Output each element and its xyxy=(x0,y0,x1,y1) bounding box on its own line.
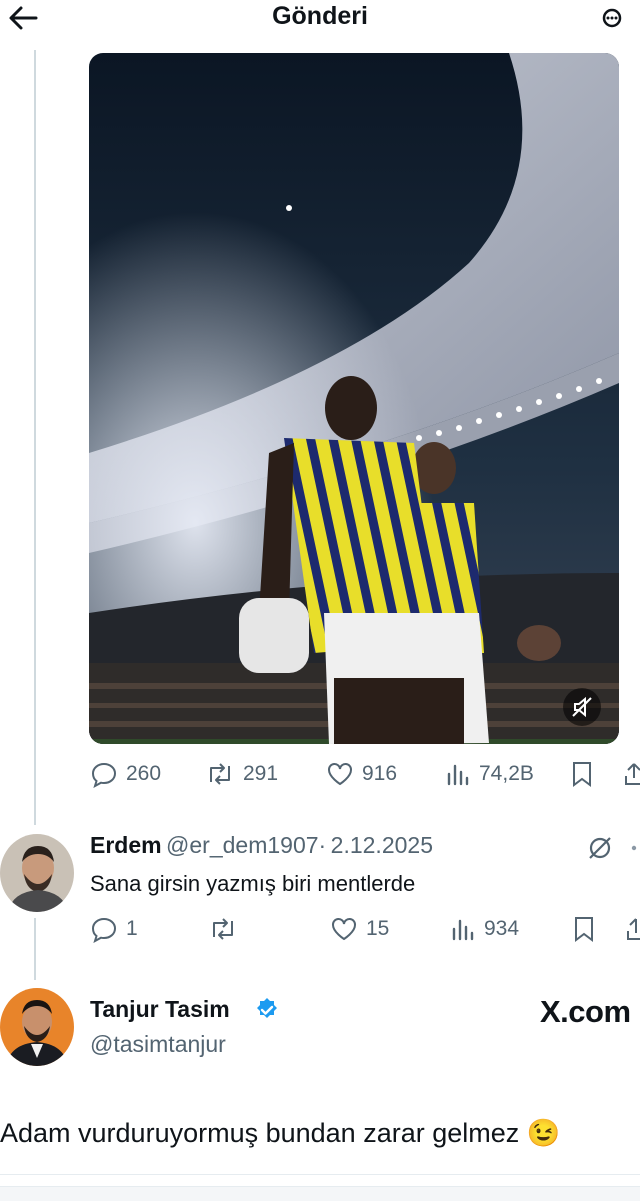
retweet-icon xyxy=(213,918,233,940)
retweet-icon xyxy=(210,763,230,785)
like-count: 916 xyxy=(362,762,398,785)
reply-views-action[interactable]: 934 xyxy=(450,915,519,943)
heart-icon xyxy=(332,918,356,941)
retweet-count: 291 xyxy=(243,762,279,785)
reply-date[interactable]: 2.12.2025 xyxy=(331,832,433,858)
verified-badge xyxy=(254,997,280,1028)
speaker-muted-icon xyxy=(572,696,592,718)
reply-text: Sana girsin yazmış biri mentlerde xyxy=(90,871,416,896)
reply-like-action[interactable]: 15 xyxy=(330,915,389,943)
page-title: Gönderi xyxy=(272,2,368,30)
comment-icon xyxy=(91,917,117,943)
verified-checkmark-icon xyxy=(257,998,277,1018)
reply-like-count: 15 xyxy=(366,917,390,940)
bookmark-button[interactable] xyxy=(570,760,594,793)
separator-dot: · xyxy=(318,832,327,858)
more-dots-icon xyxy=(631,845,637,851)
reply-bookmark-button[interactable] xyxy=(572,915,596,948)
reply-share-button[interactable] xyxy=(626,915,640,948)
bookmark-icon xyxy=(573,762,591,787)
thread-line xyxy=(34,918,36,980)
avatar[interactable] xyxy=(0,988,74,1066)
mute-button[interactable] xyxy=(563,688,601,726)
thread-line xyxy=(34,50,36,825)
reply-action[interactable]: 260 xyxy=(90,760,161,788)
quoted-author-handle[interactable]: @tasimtanjur xyxy=(90,1031,226,1058)
reply-composer-bar[interactable] xyxy=(0,1186,640,1201)
reply-more-button[interactable] xyxy=(626,838,640,863)
grok-button[interactable] xyxy=(586,834,614,867)
user-avatar-image xyxy=(0,834,74,912)
reply-author-handle[interactable]: @er_dem1907 xyxy=(166,832,319,858)
reply-reply-action[interactable]: 1 xyxy=(90,915,138,943)
share-icon xyxy=(625,763,640,785)
more-dots-icon xyxy=(602,8,622,28)
comment-icon xyxy=(91,762,117,788)
views-count: 74,2B xyxy=(479,762,534,785)
retweet-action[interactable]: 291 xyxy=(205,760,278,788)
views-chart-icon xyxy=(447,764,469,786)
post-text: Adam vurduruyormuş bundan zarar gelmez 😉 xyxy=(0,1118,561,1148)
share-icon xyxy=(627,918,640,940)
avatar[interactable] xyxy=(0,834,74,912)
like-action[interactable]: 916 xyxy=(326,760,397,788)
x-logo-text: X.com xyxy=(540,994,631,1029)
quoted-author-name[interactable]: Tanjur Tasim xyxy=(90,996,230,1023)
reply-author-name[interactable]: Erdem xyxy=(90,832,162,858)
heart-icon xyxy=(328,763,352,786)
bookmark-icon xyxy=(575,917,593,942)
reply-retweet-action[interactable] xyxy=(208,915,246,943)
views-chart-icon xyxy=(452,919,474,941)
views-action[interactable]: 74,2B xyxy=(445,760,534,788)
reply-reply-count: 1 xyxy=(126,917,138,940)
divider xyxy=(0,1174,640,1175)
more-options-button[interactable] xyxy=(600,6,640,30)
reply-views-count: 934 xyxy=(484,917,520,940)
reply-count: 260 xyxy=(126,762,162,785)
stadium-video-frame xyxy=(89,53,619,744)
tweet-video[interactable] xyxy=(89,53,619,744)
user-avatar-image xyxy=(0,988,74,1066)
share-button[interactable] xyxy=(624,760,640,793)
grok-icon xyxy=(589,837,611,859)
